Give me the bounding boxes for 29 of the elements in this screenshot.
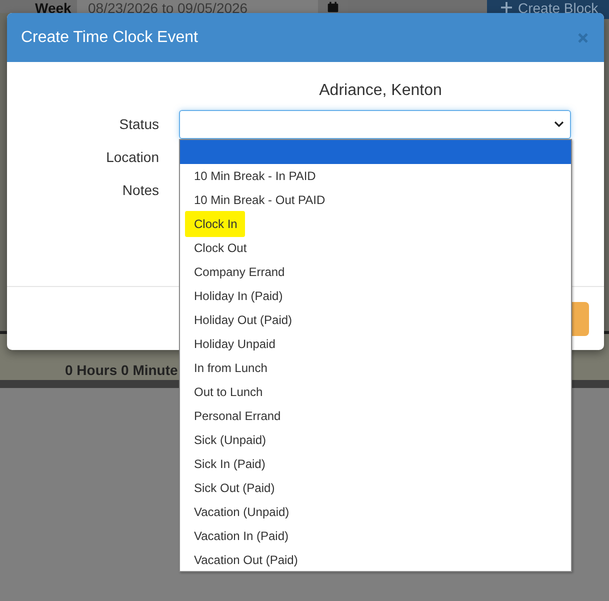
dropdown-option[interactable]: 10 Min Break - In PAID (180, 164, 571, 188)
dropdown-option[interactable]: Sick In (Paid) (180, 452, 571, 476)
dropdown-option[interactable]: Out to Lunch (180, 380, 571, 404)
plus-icon (501, 2, 512, 13)
employee-name: Adriance, Kenton (318, 82, 443, 100)
dropdown-option[interactable]: In from Lunch (180, 356, 571, 380)
dropdown-option[interactable]: Holiday Out (Paid) (180, 308, 571, 332)
dropdown-option[interactable]: Vacation (Unpaid) (180, 500, 571, 524)
field-label: Notes (121, 182, 159, 198)
dropdown-option[interactable]: Clock In (180, 212, 571, 236)
field-label: Location (105, 149, 159, 165)
dropdown-option[interactable]: 10 Min Break - Out PAID (180, 188, 571, 212)
dropdown-option[interactable]: Holiday Unpaid (180, 332, 571, 356)
dialog-title: Create Time Clock Event (21, 28, 198, 46)
calendar-icon (327, 1, 339, 13)
status-select[interactable] (179, 110, 571, 138)
chevron-down-icon (554, 121, 564, 127)
dropdown-option[interactable]: Clock Out (180, 236, 571, 260)
dropdown-option[interactable]: Company Errand (180, 260, 571, 284)
close-icon[interactable] (578, 32, 588, 42)
dropdown-option[interactable]: Holiday In (Paid) (180, 284, 571, 308)
dropdown-option[interactable]: Personal Errand (180, 404, 571, 428)
dropdown-option[interactable]: Vacation Out (Paid) (180, 548, 571, 572)
dropdown-option[interactable]: Vacation In (Paid) (180, 524, 571, 548)
table-cell: 0 Hours 0 Minute (65, 362, 179, 380)
week-label: Week (35, 0, 72, 16)
dropdown-option[interactable]: Sick (Unpaid) (180, 428, 571, 452)
field-label: Status (118, 116, 159, 132)
dropdown-option[interactable]: Sick Out (Paid) (180, 476, 571, 500)
